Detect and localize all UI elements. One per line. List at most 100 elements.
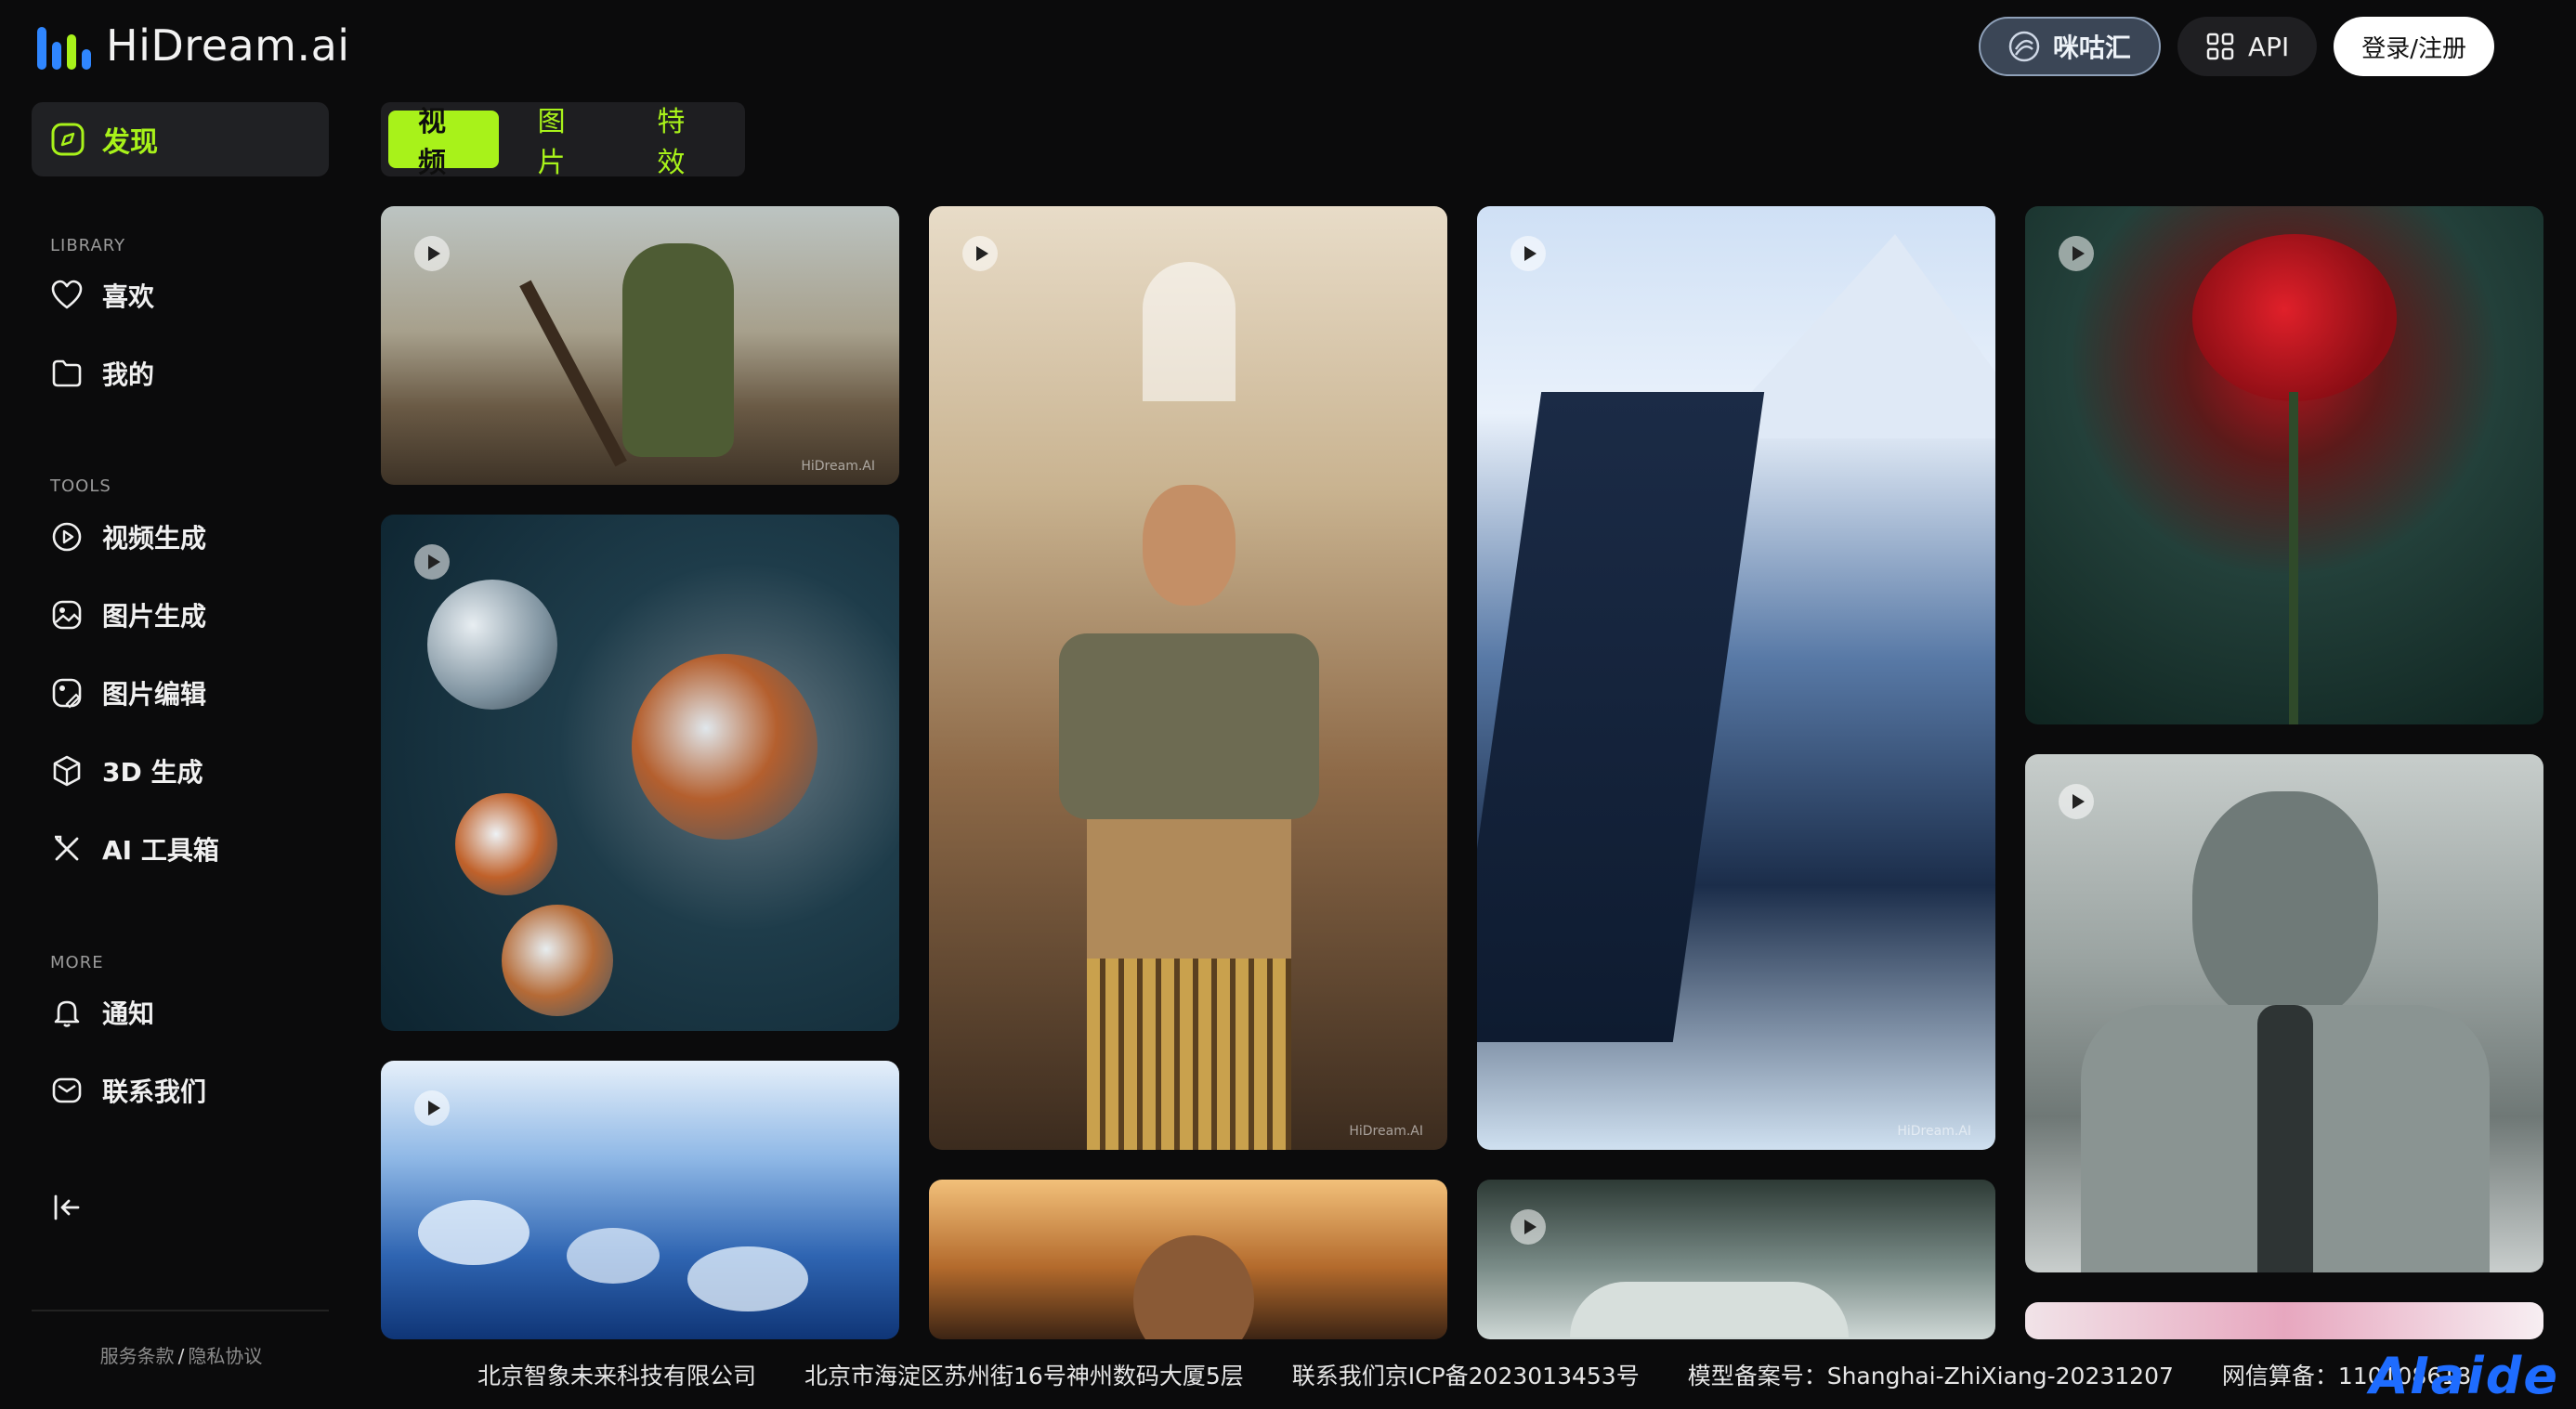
- content-tabs: 视频 图片 特效: [381, 102, 745, 179]
- api-button[interactable]: API: [2177, 17, 2318, 76]
- arched-window: [1143, 262, 1236, 401]
- card-watermark: HiDream.AI: [1897, 1124, 1971, 1139]
- portrait-head: [1133, 1235, 1254, 1339]
- sidebar-item-label: 通知: [102, 998, 155, 1029]
- sidebar-item-label: 3D 生成: [102, 757, 203, 788]
- footer-model-record: 模型备案号：Shanghai-ZhiXiang-20231207: [1687, 1362, 2174, 1389]
- orc-figure: [622, 243, 734, 457]
- torso: [1087, 819, 1291, 959]
- legal-links: 服务条款 / 隐私协议: [0, 1341, 362, 1368]
- collapse-sidebar-button[interactable]: [50, 1191, 84, 1228]
- section-label-more: MORE: [50, 953, 104, 972]
- axe-handle: [519, 280, 627, 467]
- armor-chest: [1059, 633, 1319, 819]
- tab-image[interactable]: 图片: [508, 106, 619, 179]
- privacy-link[interactable]: 隐私协议: [188, 1345, 262, 1367]
- pebble: [418, 1200, 530, 1265]
- migu-logo-icon: [2008, 31, 2040, 62]
- armor-skirt: [1087, 959, 1291, 1150]
- sidebar-item-ai-toolbox[interactable]: AI 工具箱: [50, 830, 219, 868]
- play-icon[interactable]: [962, 236, 998, 271]
- sidebar: 发现 LIBRARY 喜欢 我的 TOOLS 视频生成 图片生成 图片编辑 3D…: [0, 93, 362, 1409]
- header-actions: 咪咕汇 API 登录/注册: [1978, 17, 2494, 76]
- sidebar-divider: [32, 1310, 329, 1311]
- card-watermark: HiDream.AI: [801, 459, 875, 474]
- play-icon[interactable]: [1510, 1209, 1546, 1245]
- buddha-head: [2192, 791, 2378, 1024]
- play-icon[interactable]: [2059, 784, 2094, 819]
- gallery-card-spheres[interactable]: [381, 515, 899, 1031]
- login-button[interactable]: 登录/注册: [2334, 17, 2494, 76]
- sidebar-item-notifications[interactable]: 通知: [50, 994, 154, 1031]
- gallery-card-umbrella[interactable]: [1477, 1180, 1995, 1339]
- gallery-card-blossoms[interactable]: [2025, 1302, 2543, 1339]
- sidebar-item-label: 喜欢: [102, 281, 155, 312]
- sidebar-item-mine[interactable]: 我的: [50, 355, 154, 392]
- rose-bloom: [2192, 234, 2397, 401]
- migu-button[interactable]: 咪咕汇: [1978, 17, 2161, 76]
- dark-cliff: [1477, 392, 1765, 1042]
- sidebar-item-label: 我的: [102, 359, 155, 390]
- gallery-card-armor-man[interactable]: HiDream.AI: [929, 206, 1447, 1150]
- sidebar-item-image-generate[interactable]: 图片生成: [50, 596, 206, 633]
- app-root: HiDream.ai 咪咕汇 API 登录/注册 发现 LIBRARY 喜欢 我…: [0, 0, 2576, 1409]
- umbrella: [1570, 1282, 1849, 1337]
- gallery-card-sunset-portrait[interactable]: [929, 1180, 1447, 1339]
- play-icon[interactable]: [414, 236, 450, 271]
- footer-icp[interactable]: 联系我们京ICP备2023013453号: [1292, 1358, 1640, 1391]
- gallery-card-buddha[interactable]: [2025, 754, 2543, 1272]
- image-edit-icon: [52, 678, 82, 709]
- footer-company: 北京智象未来科技有限公司: [477, 1362, 757, 1389]
- tab-effects[interactable]: 特效: [627, 106, 738, 179]
- sidebar-item-label: 图片生成: [102, 601, 207, 632]
- section-label-library: LIBRARY: [50, 236, 126, 255]
- sphere: [455, 793, 557, 895]
- sphere: [427, 580, 557, 710]
- gallery-card-mountains[interactable]: HiDream.AI: [1477, 206, 1995, 1150]
- sidebar-item-likes[interactable]: 喜欢: [50, 277, 154, 314]
- gallery-card-rose[interactable]: [2025, 206, 2543, 724]
- section-label-tools: TOOLS: [50, 476, 111, 496]
- rose-stem: [2289, 392, 2298, 724]
- api-label: API: [2247, 31, 2290, 62]
- sidebar-item-label: 联系我们: [102, 1076, 207, 1107]
- tools-icon: [55, 835, 79, 861]
- logo[interactable]: HiDream.ai: [37, 20, 350, 71]
- sphere: [502, 905, 613, 1016]
- terms-link[interactable]: 服务条款: [100, 1345, 175, 1367]
- gallery-card-pebbles[interactable]: [381, 1061, 899, 1339]
- sidebar-item-video-generate[interactable]: 视频生成: [50, 518, 206, 555]
- play-icon[interactable]: [414, 544, 450, 580]
- migu-label: 咪咕汇: [2052, 33, 2131, 63]
- heart-icon: [51, 280, 83, 309]
- play-icon[interactable]: [414, 1090, 450, 1126]
- tab-video[interactable]: 视频: [388, 106, 499, 179]
- gallery-card-orc[interactable]: HiDream.AI: [381, 206, 899, 485]
- sidebar-item-3d-generate[interactable]: 3D 生成: [50, 752, 203, 789]
- sidebar-item-image-edit[interactable]: 图片编辑: [50, 674, 206, 711]
- folder-icon: [52, 359, 82, 387]
- sidebar-item-contact[interactable]: 联系我们: [50, 1072, 206, 1109]
- monk-figure: [2257, 1005, 2313, 1272]
- play-icon[interactable]: [2059, 236, 2094, 271]
- pebble: [567, 1228, 660, 1284]
- bell-icon: [54, 1000, 80, 1027]
- play-icon[interactable]: [1510, 236, 1546, 271]
- grid-icon: [2206, 33, 2234, 60]
- collapse-arrow-icon: [54, 1194, 80, 1220]
- aiaide-watermark: AIaide: [2369, 1347, 2559, 1405]
- sidebar-item-label: 视频生成: [102, 523, 207, 554]
- sphere: [632, 654, 817, 840]
- brand-name: HiDream.ai: [106, 20, 350, 71]
- footer: 北京智象未来科技有限公司 北京市海淀区苏州街16号神州数码大厦5层 联系我们京I…: [362, 1339, 2576, 1409]
- pebble: [687, 1246, 808, 1311]
- sidebar-item-label: AI 工具箱: [102, 835, 219, 866]
- sidebar-item-label: 图片编辑: [102, 679, 207, 710]
- login-label: 登录/注册: [2361, 34, 2466, 63]
- video-play-icon: [52, 522, 82, 552]
- footer-address: 北京市海淀区苏州街16号神州数码大厦5层: [804, 1362, 1244, 1389]
- compass-icon: [51, 123, 85, 156]
- sidebar-item-discover[interactable]: 发现: [32, 102, 329, 176]
- logo-mark-icon: [37, 21, 91, 70]
- sidebar-item-label: 发现: [102, 126, 158, 159]
